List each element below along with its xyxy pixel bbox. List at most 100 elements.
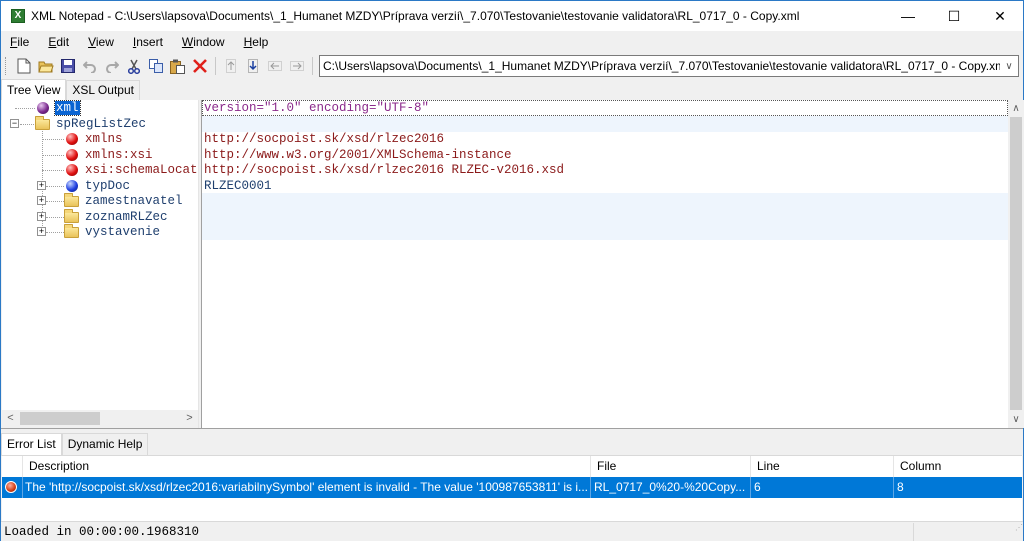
- chevron-down-icon[interactable]: ∨: [1000, 61, 1018, 72]
- nudge-left-button[interactable]: [264, 55, 286, 77]
- menu-insert-label: nsert: [136, 35, 163, 49]
- error-line: 6: [751, 477, 894, 498]
- undo-button[interactable]: [79, 55, 101, 77]
- scroll-left-icon[interactable]: <: [2, 410, 19, 427]
- tree-node-zoznamrlzec[interactable]: zoznamRLZec: [64, 208, 168, 225]
- nudge-right-button[interactable]: [286, 55, 308, 77]
- value-row[interactable]: http://socpoist.sk/xsd/rlzec2016: [202, 131, 1008, 147]
- value-row[interactable]: http://socpoist.sk/xsd/rlzec2016 RLZEC-v…: [202, 162, 1008, 178]
- tree-node-xmlns-xsi[interactable]: xmlns:xsi: [66, 147, 153, 163]
- output-tabs: Error List Dynamic Help: [1, 433, 1023, 456]
- node-values-panel[interactable]: version="1.0" encoding="UTF-8" http://so…: [202, 100, 1008, 428]
- column-header-file[interactable]: File: [591, 456, 751, 477]
- expand-toggle[interactable]: +: [37, 227, 46, 236]
- tree-node-label: xml: [54, 100, 81, 116]
- tree-node-label: xmlns:xsi: [85, 148, 153, 162]
- paste-button[interactable]: [167, 55, 189, 77]
- tree-node-xml[interactable]: xml: [37, 100, 81, 116]
- tab-dynamic-help[interactable]: Dynamic Help: [61, 433, 149, 455]
- tree-node-spreglistzec[interactable]: spRegListZec: [35, 115, 146, 132]
- folder-icon: [64, 208, 79, 223]
- column-header-line[interactable]: Line: [751, 456, 894, 477]
- expand-toggle[interactable]: +: [37, 181, 46, 190]
- file-path-combobox[interactable]: C:\Users\lapsova\Documents\_1_Humanet MZ…: [319, 55, 1019, 77]
- delete-icon: [193, 59, 207, 73]
- title-bar: X XML Notepad - C:\Users\lapsova\Documen…: [1, 1, 1023, 31]
- tree-node-label: typDoc: [85, 179, 131, 193]
- save-button[interactable]: [57, 55, 79, 77]
- menu-insert[interactable]: Insert: [133, 35, 163, 49]
- cut-button[interactable]: [123, 55, 145, 77]
- tree-node-xmlns[interactable]: xmlns: [66, 131, 123, 147]
- error-description: The 'http://socpoist.sk/xsd/rlzec2016:va…: [23, 477, 591, 498]
- file-path-value: C:\Users\lapsova\Documents\_1_Humanet MZ…: [323, 59, 1000, 73]
- value-row[interactable]: [202, 193, 1008, 209]
- toolbar-grip[interactable]: [5, 57, 8, 75]
- maximize-button[interactable]: ☐: [931, 1, 977, 31]
- collapse-toggle[interactable]: −: [10, 119, 19, 128]
- toolbar: C:\Users\lapsova\Documents\_1_Humanet MZ…: [1, 53, 1023, 79]
- menu-help[interactable]: Help: [244, 35, 269, 49]
- scrollbar-thumb[interactable]: [20, 412, 100, 425]
- tree-node-typdoc[interactable]: typDoc: [66, 178, 130, 194]
- expand-toggle[interactable]: +: [37, 212, 46, 221]
- tree-horizontal-scrollbar[interactable]: < >: [2, 410, 198, 427]
- value-row[interactable]: http://www.w3.org/2001/XMLSchema-instanc…: [202, 147, 1008, 163]
- folder-icon: [35, 115, 50, 130]
- folder-icon: [64, 223, 79, 238]
- view-tabs: Tree View XSL Output: [1, 79, 140, 100]
- tree-connector: [42, 155, 64, 156]
- value-row[interactable]: version="1.0" encoding="UTF-8": [202, 100, 1008, 116]
- tab-tree-view[interactable]: Tree View: [1, 79, 67, 100]
- scrollbar-thumb[interactable]: [1010, 117, 1022, 410]
- copy-button[interactable]: [145, 55, 167, 77]
- redo-button[interactable]: [101, 55, 123, 77]
- tree-connector: [42, 170, 64, 171]
- tab-xsl-output[interactable]: XSL Output: [66, 80, 140, 100]
- open-button[interactable]: [35, 55, 57, 77]
- tree-node-xsi-schemalocation[interactable]: xsi:schemaLocati: [66, 162, 198, 178]
- tab-error-list[interactable]: Error List: [1, 433, 62, 456]
- app-window: X XML Notepad - C:\Users\lapsova\Documen…: [0, 0, 1024, 541]
- column-header-description[interactable]: Description: [23, 456, 591, 477]
- nudge-left-icon: [268, 61, 282, 71]
- scroll-down-icon[interactable]: ∨: [1008, 411, 1024, 428]
- new-button[interactable]: [13, 55, 35, 77]
- delete-button[interactable]: [189, 55, 211, 77]
- menu-file[interactable]: File: [10, 35, 29, 49]
- toolbar-separator: [312, 57, 313, 75]
- close-button[interactable]: ✕: [977, 1, 1023, 31]
- nudge-up-icon: [226, 59, 236, 73]
- values-vertical-scrollbar[interactable]: ∧ ∨: [1008, 100, 1024, 428]
- horizontal-splitter[interactable]: [1, 428, 1023, 432]
- error-row[interactable]: The 'http://socpoist.sk/xsd/rlzec2016:va…: [2, 477, 1022, 498]
- error-file: RL_0717_0%20-%20Copy...: [591, 477, 751, 498]
- resize-grip-icon[interactable]: ⋰: [1009, 523, 1023, 541]
- tree-node-vystavenie[interactable]: vystavenie: [64, 223, 160, 240]
- tree-node-zamestnavatel[interactable]: zamestnavatel: [64, 192, 183, 209]
- attribute-icon: [66, 164, 78, 176]
- tree-connector: [46, 217, 64, 218]
- value-row[interactable]: [202, 116, 1008, 132]
- scroll-up-icon[interactable]: ∧: [1008, 100, 1024, 117]
- menu-edit[interactable]: Edit: [48, 35, 69, 49]
- value-row[interactable]: [202, 209, 1008, 225]
- nudge-up-button[interactable]: [220, 55, 242, 77]
- menu-window[interactable]: Window: [182, 35, 225, 49]
- column-header-column[interactable]: Column: [894, 456, 1022, 477]
- scroll-right-icon[interactable]: >: [181, 410, 198, 427]
- tree-connector: [46, 201, 64, 202]
- expand-toggle[interactable]: +: [37, 196, 46, 205]
- error-icon: [5, 481, 17, 493]
- value-row[interactable]: [202, 224, 1008, 240]
- text-element-icon: [66, 180, 78, 192]
- menu-window-label: indow: [193, 35, 225, 49]
- menu-view-label: iew: [95, 35, 114, 49]
- open-icon: [38, 61, 54, 73]
- nudge-down-button[interactable]: [242, 55, 264, 77]
- minimize-button[interactable]: —: [885, 1, 931, 31]
- menu-view[interactable]: View: [88, 35, 114, 49]
- tree-view-panel[interactable]: − + + + + xml spRegListZec xmlns xmlns:x…: [2, 100, 198, 410]
- tree-connector: [20, 124, 34, 125]
- value-row[interactable]: RLZEC0001: [202, 178, 1008, 194]
